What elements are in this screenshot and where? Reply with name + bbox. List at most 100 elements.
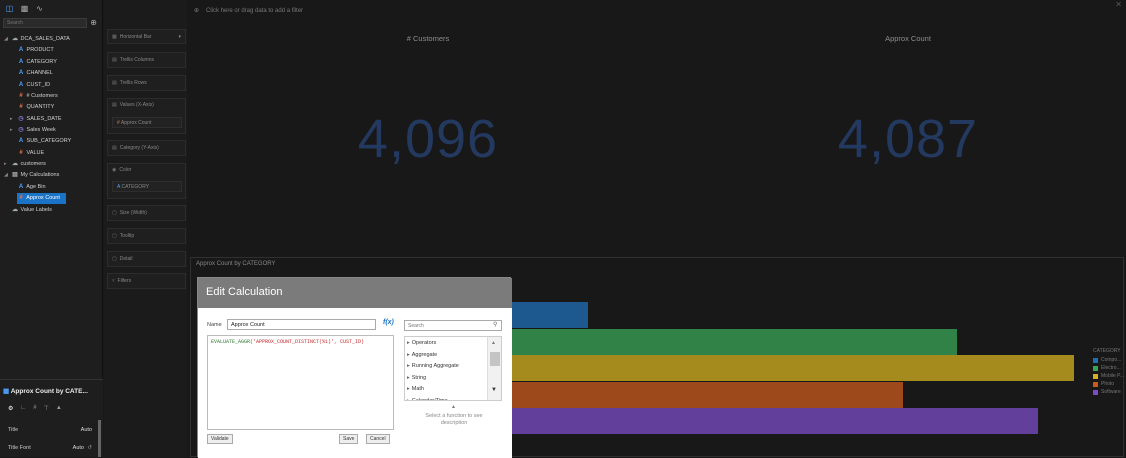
function-icon[interactable]: f(x)	[383, 319, 394, 326]
save-button[interactable]: Save	[339, 434, 359, 444]
expand-icon[interactable]: ▸	[10, 125, 17, 136]
legend-label: Compo...	[1101, 357, 1122, 363]
expand-icon[interactable]: ◢	[4, 170, 11, 181]
measure-icon: #	[19, 93, 23, 99]
tree-item[interactable]: # # Customers	[17, 91, 57, 102]
shelf-values[interactable]: ▤ Values (X-Axis)	[107, 98, 186, 134]
shelf-tooltip[interactable]: ▢ Tooltip	[107, 228, 186, 244]
reset-icon[interactable]: ↺	[87, 445, 92, 451]
prop-value[interactable]: Auto	[81, 427, 92, 433]
tree-item[interactable]: A CATEGORY	[17, 57, 57, 68]
function-group[interactable]: ▸ Operators	[407, 340, 436, 346]
tree-item[interactable]: A CUST_ID	[17, 80, 50, 91]
pill-label: Approx Count	[120, 120, 152, 126]
scroll-thumb[interactable]	[490, 352, 500, 366]
shelf-category[interactable]: ▤ Category (Y-Axis)	[107, 140, 186, 156]
legend-item[interactable]: Compo...	[1093, 356, 1124, 364]
expression-editor[interactable]: EVALUATE_AGGR('APPROX_COUNT_DISTINCT(%1)…	[207, 335, 394, 430]
properties-title: ▩ Approx Count by CATE...	[3, 387, 88, 395]
expand-icon[interactable]: ▸	[10, 114, 17, 125]
add-icon[interactable]: ⊕	[90, 18, 97, 28]
tree-item[interactable]: A CHANNEL	[17, 68, 53, 79]
bar-chart-icon[interactable]: ▩	[20, 4, 29, 13]
shelf-trellis-rows[interactable]: ▤ Trellis Rows	[107, 75, 186, 91]
expand-icon[interactable]: ▸	[4, 159, 11, 170]
filter-bar[interactable]: ⊕ Click here or drag data to add a filte…	[188, 5, 303, 17]
tree-item[interactable]: # Approx Count	[17, 193, 66, 204]
analytics-icon[interactable]: ∿	[35, 4, 44, 13]
shelf-size[interactable]: ▢ Size (Width)	[107, 205, 186, 221]
legend-item[interactable]: Mobile P...	[1093, 372, 1124, 380]
legend-label: Photo	[1101, 381, 1115, 387]
legend-swatch	[1093, 365, 1098, 371]
scroll-up-icon[interactable]: ▲	[491, 340, 496, 346]
validate-button[interactable]: Validate	[207, 434, 233, 444]
cancel-button[interactable]: Cancel	[366, 434, 390, 444]
tree-item-label: My Calculations	[20, 172, 60, 178]
general-tab-icon[interactable]: ⚙	[8, 405, 13, 412]
axis-tab-icon[interactable]: ∟	[20, 405, 26, 412]
expand-icon[interactable]: ▸	[407, 386, 410, 392]
tree-item[interactable]: ▸ ☁ customers	[4, 159, 46, 170]
legend-item[interactable]: Electro...	[1093, 364, 1124, 372]
prop-row-title-font[interactable]: Title Font Auto ↺	[8, 445, 92, 451]
function-list-scrollbar[interactable]: ▲ ▼	[487, 337, 501, 400]
legend-items: Compo... Electro... Mobile P... Photo Softwa…	[1093, 356, 1124, 396]
tree-item[interactable]: ◢ ☁ DCA_SALES_DATA	[4, 34, 70, 45]
tree-item[interactable]: ▸ ◷ Sales Week	[10, 125, 56, 136]
expression-function: EVALUATE_AGGR(	[211, 339, 254, 345]
pill-approx-count[interactable]: # Approx Count	[112, 117, 182, 128]
expand-icon[interactable]: ▸	[407, 375, 410, 381]
function-group[interactable]: ▸ Calendar/Time	[407, 398, 448, 401]
function-group[interactable]: ▸ String	[407, 375, 426, 381]
expand-icon[interactable]: ▸	[407, 398, 410, 401]
expand-icon[interactable]: ◢	[4, 34, 11, 45]
prop-row-title[interactable]: Title Auto	[8, 427, 92, 433]
edit-calculation-dialog: Edit Calculation Name f(x) EVALUATE_AGGR…	[197, 277, 512, 458]
attribute-icon: A	[18, 82, 24, 88]
shelf-detail[interactable]: ▢ Detail	[107, 251, 186, 267]
tree-item[interactable]: A PRODUCT	[17, 45, 54, 56]
tree-item[interactable]: # QUANTITY	[17, 102, 54, 113]
function-group[interactable]: ▸ Math	[407, 386, 424, 392]
pill-category[interactable]: A CATEGORY	[112, 181, 182, 192]
tree-item[interactable]: ▸ ◷ SALES_DATE	[10, 114, 62, 125]
function-group[interactable]: ▸ Running Aggregate	[407, 363, 459, 369]
shelf-trellis-columns[interactable]: ▤ Trellis Columns	[107, 52, 186, 68]
legend-label: Electro...	[1101, 365, 1121, 371]
dialog-header[interactable]: Edit Calculation	[198, 278, 512, 308]
legend-item[interactable]: Software	[1093, 388, 1124, 396]
data-panel: ◫ ▩ ∿ ⊕ ◢☁ DCA_SALES_DATAA PRODUCTA CATE…	[0, 0, 103, 457]
calculation-name-input[interactable]	[227, 319, 376, 330]
expand-icon[interactable]: ▸	[407, 352, 410, 358]
prop-value[interactable]: Auto	[73, 445, 84, 451]
database-icon[interactable]: ◫	[5, 4, 14, 13]
tree-item[interactable]: ◢ ▤ My Calculations	[4, 170, 59, 181]
properties-scrollbar[interactable]	[98, 420, 101, 457]
analytics-tab-icon[interactable]: ⊤	[44, 405, 49, 412]
close-icon[interactable]: ✕	[1115, 0, 1122, 9]
add-filter-icon[interactable]: ⊕	[194, 5, 199, 17]
tree-item[interactable]: A Age Bin	[17, 182, 46, 193]
tree-item-label: VALUE	[26, 150, 45, 156]
folder-icon: ▤	[12, 172, 18, 178]
expand-icon[interactable]: ▸	[407, 363, 410, 369]
grid-tab-icon[interactable]: #	[33, 405, 36, 412]
tree-item[interactable]: A SUB_CATEGORY	[17, 136, 71, 147]
values-tab-icon[interactable]: ▲	[56, 405, 62, 412]
chart-type-selector[interactable]: ▩ Horizontal Bar ▾	[107, 29, 186, 44]
shelf-filters[interactable]: ▿ Filters	[107, 273, 186, 289]
function-description: Select a function to see description	[425, 413, 483, 426]
data-search-input[interactable]	[3, 18, 87, 28]
expand-icon[interactable]: ▸	[407, 340, 410, 346]
legend-item[interactable]: Photo	[1093, 380, 1124, 388]
function-search-input[interactable]	[404, 320, 502, 331]
color-icon: ◉	[112, 167, 117, 173]
legend-swatch	[1093, 381, 1098, 387]
resize-handle-icon[interactable]: ▲	[451, 404, 456, 410]
dialog-body: Name f(x) EVALUATE_AGGR('APPROX_COUNT_DI…	[198, 308, 512, 458]
scroll-down-icon[interactable]: ▼	[491, 387, 497, 393]
tree-item[interactable]: ☁ Value Labels	[4, 205, 52, 216]
tree-item[interactable]: # VALUE	[17, 148, 44, 159]
function-group[interactable]: ▸ Aggregate	[407, 352, 437, 358]
